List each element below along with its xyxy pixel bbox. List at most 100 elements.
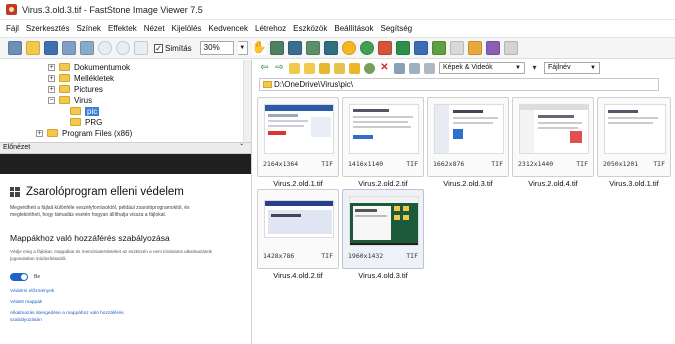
sort-order-icon[interactable]: ▾: [529, 63, 540, 74]
fit-window-icon[interactable]: [62, 41, 76, 55]
thumb-ext: TIF: [406, 252, 418, 260]
collapse-icon[interactable]: −: [48, 96, 55, 104]
thumbnail-virus-4-old-2[interactable]: 1428x786 TIF: [257, 189, 339, 269]
browser-icon[interactable]: [8, 41, 22, 55]
parent-folder-icon[interactable]: [289, 62, 300, 74]
thumbnail-name[interactable]: Virus.4.old.2.tif: [257, 271, 339, 280]
thumb-ext: TIF: [576, 160, 588, 168]
menu-select[interactable]: Kijelölés: [172, 24, 202, 33]
preview-description-2: Védje meg a fájlokat, mappákat és memóri…: [10, 249, 212, 261]
menu-favorites[interactable]: Kedvencek: [208, 24, 248, 33]
refresh-icon[interactable]: [364, 62, 375, 74]
thumbnail-grid: 2164x1364 TIF Virus.2.old.1.tif 1416x1140…: [253, 93, 675, 344]
print-icon[interactable]: [485, 41, 500, 55]
preview-description: Megvédheti a fájlait különféle veszélyfo…: [10, 205, 190, 218]
thumb-dims: 2050x1201: [603, 160, 639, 168]
adjust-icon[interactable]: [305, 41, 320, 55]
contact-sheet-icon[interactable]: [413, 41, 428, 55]
thumb-dims: 2312x1440: [518, 160, 554, 168]
thumbnail-virus-2-old-1[interactable]: 2164x1364 TIF: [257, 97, 339, 177]
zoom-dropdown[interactable]: ▼: [237, 41, 248, 55]
thumbnail-virus-2-old-3[interactable]: 1662x876 TIF: [427, 97, 509, 177]
settings-icon[interactable]: [503, 41, 518, 55]
menu-effects[interactable]: Effektek: [108, 24, 137, 33]
tree-item-virus[interactable]: − Virus: [48, 95, 92, 105]
menu-create[interactable]: Létrehoz: [255, 24, 286, 33]
menu-settings[interactable]: Beállítások: [334, 24, 373, 33]
email-icon[interactable]: [431, 41, 446, 55]
preview-link-history: Védelmi előzmények: [10, 289, 55, 294]
thumbnail-virus-2-old-4[interactable]: 2312x1440 TIF: [512, 97, 594, 177]
tree-item-prg[interactable]: PRG: [70, 117, 102, 127]
thumbnail-name[interactable]: Virus.2.old.4.tif: [512, 179, 594, 188]
scanner-icon[interactable]: [449, 41, 464, 55]
thumb-dims: 1428x786: [263, 252, 295, 260]
thumbnail-virus-4-old-3[interactable]: 1960x1432 TIF: [342, 189, 424, 269]
new-folder-icon[interactable]: [334, 62, 345, 74]
tree-item-pictures[interactable]: + Pictures: [48, 84, 103, 94]
preview-header: Előnézet ˇ: [0, 142, 252, 154]
tree-scrollbar[interactable]: [243, 60, 251, 142]
thumbnail-name[interactable]: Virus.3.old.1.tif: [593, 179, 675, 188]
thumb-dims: 1662x876: [433, 160, 465, 168]
hand-icon[interactable]: ✋: [251, 41, 267, 55]
menu-view[interactable]: Nézet: [144, 24, 165, 33]
thumbnail-name[interactable]: Virus.2.old.2.tif: [342, 179, 424, 188]
preview-subtitle: Mappákhoz való hozzáférés szabályozása: [10, 233, 170, 243]
tree-item-dokumentumok[interactable]: + Dokumentumok: [48, 62, 130, 72]
thumbnail-name[interactable]: Virus.2.old.3.tif: [427, 179, 509, 188]
draw-icon[interactable]: [359, 41, 374, 55]
expand-icon[interactable]: +: [48, 63, 55, 71]
tree-item-mellekletek[interactable]: + Mellékletek: [48, 73, 114, 83]
effects-icon[interactable]: [341, 41, 356, 55]
crop-icon[interactable]: [269, 41, 284, 55]
rotate-icon[interactable]: [323, 41, 338, 55]
menu-tools[interactable]: Eszközök: [293, 24, 327, 33]
chevron-down-icon[interactable]: ˇ: [240, 143, 243, 153]
menu-file[interactable]: Fájl: [6, 24, 19, 33]
tree-item-pic[interactable]: pic: [70, 106, 100, 116]
expand-icon[interactable]: +: [36, 129, 43, 137]
thumbnail-image: [349, 104, 419, 154]
zoom-input[interactable]: 30%: [199, 41, 234, 55]
filter-value: Képek & Videók: [443, 64, 493, 71]
sort-by-select[interactable]: Fájlnév ▼: [544, 62, 600, 74]
thumbnails-view-icon[interactable]: [394, 62, 405, 74]
thumbnail-virus-2-old-2[interactable]: 1416x1140 TIF: [342, 97, 424, 177]
thumb-ext: TIF: [321, 252, 333, 260]
menu-help[interactable]: Segítség: [381, 24, 413, 33]
preview-header-label: Előnézet: [3, 144, 31, 151]
thumbnail-virus-3-old-1[interactable]: 2050x1201 TIF: [597, 97, 671, 177]
fit-icon[interactable]: [134, 41, 148, 55]
thumbnail-name[interactable]: Virus.2.old.1.tif: [257, 179, 339, 188]
list-view-icon[interactable]: [424, 62, 435, 74]
folder-history-icon[interactable]: [319, 62, 330, 74]
expand-icon[interactable]: +: [48, 74, 55, 82]
thumbnail-name[interactable]: Virus.4.old.3.tif: [342, 271, 424, 280]
folder-favorites-icon[interactable]: [304, 62, 315, 74]
delete-icon[interactable]: ✕: [379, 62, 390, 74]
slideshow-icon[interactable]: [395, 41, 410, 55]
thumbnail-image: [519, 104, 589, 154]
resize-icon[interactable]: [287, 41, 302, 55]
path-input[interactable]: D:\OneDrive\Virus\pic\: [259, 77, 659, 91]
smooth-checkbox[interactable]: ✓ Simítás: [154, 43, 192, 53]
zoom-out-icon[interactable]: [116, 41, 130, 55]
open-folder-icon[interactable]: [26, 41, 40, 55]
menu-colors[interactable]: Színek: [76, 24, 100, 33]
actual-size-icon[interactable]: [80, 41, 94, 55]
tree-item-program-files[interactable]: + Program Files (x86): [36, 128, 132, 138]
menu-edit[interactable]: Szerkesztés: [26, 24, 70, 33]
thumb-dims: 1960x1432: [348, 252, 384, 260]
save-icon[interactable]: [44, 41, 58, 55]
details-view-icon[interactable]: [409, 62, 420, 74]
zoom-in-icon[interactable]: [98, 41, 112, 55]
thumb-dims: 1416x1140: [348, 160, 384, 168]
back-arrow-icon[interactable]: ⇦: [259, 62, 270, 74]
expand-icon[interactable]: +: [48, 85, 55, 93]
wallpaper-icon[interactable]: [467, 41, 482, 55]
compare-icon[interactable]: [377, 41, 392, 55]
forward-arrow-icon[interactable]: ⇨: [274, 62, 285, 74]
file-type-filter[interactable]: Képek & Videók ▼: [439, 62, 525, 74]
copy-to-folder-icon[interactable]: [349, 62, 360, 74]
